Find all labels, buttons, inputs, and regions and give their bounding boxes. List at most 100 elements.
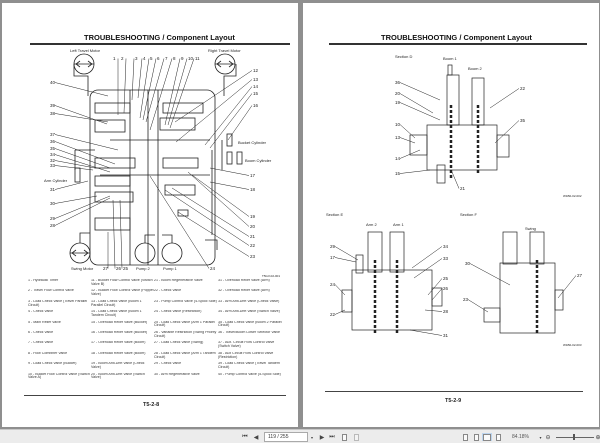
last-page-icon[interactable]: ⏭ xyxy=(328,433,336,441)
callout-21: 21 xyxy=(250,234,256,239)
leader-line xyxy=(142,58,157,121)
callout-16: 16 xyxy=(253,103,259,108)
section-d-callout-36: 36 xyxy=(395,80,401,85)
leader-line xyxy=(54,165,94,171)
legend-item: 13 - Load Check Valve (Boom 1 Parallel C… xyxy=(91,299,142,307)
leader-line xyxy=(112,199,116,269)
legend-item: 1 - Hydraulic Timer xyxy=(28,279,59,282)
page-number: T5-2-9 xyxy=(445,398,462,404)
leader-line xyxy=(399,82,441,101)
zoom-level[interactable]: 84.18% xyxy=(512,434,529,440)
callout-14: 14 xyxy=(253,84,259,89)
callout-2: 2 xyxy=(121,56,124,61)
leader-line xyxy=(411,246,443,269)
leader-line xyxy=(175,79,253,143)
leader-line xyxy=(54,195,98,204)
callout-15: 15 xyxy=(253,91,259,96)
next-page-icon[interactable]: ▶ xyxy=(318,433,326,441)
section-f-code: W1B0-02-003 xyxy=(563,343,582,347)
zoom-slider[interactable] xyxy=(556,436,594,438)
callout-3: 3 xyxy=(135,56,138,61)
callout-31: 31 xyxy=(50,187,56,192)
callout-29: 29 xyxy=(50,216,56,221)
page-dropdown-icon[interactable]: ▾ xyxy=(309,433,315,441)
section-e-callout-17: 17 xyxy=(330,255,336,260)
leader-line xyxy=(119,199,123,269)
section-d-title: Section D xyxy=(395,54,412,59)
legend-item: 2 - Travel Flow Control Valve xyxy=(28,289,74,293)
legend-item: 17 - Overload Relief Valve (Boom) xyxy=(91,341,146,345)
callout-17: 17 xyxy=(250,173,256,178)
callout-8: 8 xyxy=(173,56,176,61)
leader-line xyxy=(489,88,520,109)
section-d-callout-21: 21 xyxy=(460,186,466,191)
leader-line xyxy=(123,58,127,114)
legend-item: 31 - Overload Relief Valve (Arm) xyxy=(218,279,270,282)
legend-item: 26 - Variable Restriction (Swing Priorit… xyxy=(154,330,217,338)
legend-item: 5 - Main Relief Valve xyxy=(28,320,61,324)
two-page-icon[interactable] xyxy=(482,433,492,441)
footer-rule xyxy=(24,395,286,396)
section-e-callout-28: 28 xyxy=(443,309,449,314)
section-f-title: Section F xyxy=(460,212,477,217)
zoom-slider-thumb[interactable] xyxy=(573,434,575,440)
leader-line xyxy=(494,120,520,144)
callout-39: 39 xyxy=(50,103,56,108)
leader-line xyxy=(177,211,250,257)
legend-item: 20 - Boom Anti-Drift Valve (Switch Valve… xyxy=(91,372,145,380)
scroll-icon[interactable] xyxy=(494,433,502,441)
callout-37: 37 xyxy=(50,132,56,137)
legend-item: 15 - Overload Relief Valve (Bucket) xyxy=(91,320,148,324)
legend-item: 38 - Aux Circuit Flow Control Valve (Res… xyxy=(218,351,274,359)
bucket-cylinder-label: Bucket Cylinder xyxy=(238,140,267,145)
legend-item: 33 - Arm Anti-Drift Valve (Check Valve) xyxy=(218,299,280,303)
legend-item: 19 - Boom Anti-Drift Valve (Check Valve) xyxy=(91,362,145,370)
leader-line xyxy=(171,187,250,237)
section-d-callout-19: 19 xyxy=(395,100,401,105)
leader-line xyxy=(227,105,253,141)
first-page-icon[interactable]: ⏮ xyxy=(241,433,249,441)
zoom-in-icon[interactable]: ⊕ xyxy=(594,433,600,441)
zoom-out-icon[interactable]: ⊖ xyxy=(544,433,552,441)
callout-1: 1 xyxy=(113,56,116,61)
leader-line xyxy=(131,58,135,101)
fit-icon[interactable] xyxy=(352,433,360,441)
arm-cylinder-label: Arm Cylinder xyxy=(44,178,68,183)
leader-line xyxy=(187,171,250,227)
leader-line xyxy=(54,154,111,173)
legend-item: 3 - Load Check Valve (Travel Parallel Ci… xyxy=(28,299,88,307)
page-number-input[interactable]: 119 / 255 xyxy=(264,432,308,442)
callout-5: 5 xyxy=(150,56,153,61)
callout-10: 10 xyxy=(188,56,194,61)
swing-motor-label: Swing Motor xyxy=(71,266,94,271)
section-e-callout-25: 25 xyxy=(443,276,449,281)
legend-item: 37 - Aux. Circuit Flow Control Valve (Sw… xyxy=(218,341,275,349)
callout-11: 11 xyxy=(195,56,200,61)
callout-27: 27 xyxy=(103,266,109,271)
component-legend: 1 - Hydraulic Timer 2 - Travel Flow Contr… xyxy=(28,279,290,383)
legend-item: 39 - Load Check Valve (Travel Tandem Cir… xyxy=(218,362,280,370)
legend-item: 30 - Arm Regenerative Valve xyxy=(154,372,200,376)
callout-13: 13 xyxy=(253,77,259,82)
leader-line xyxy=(469,263,511,286)
callout-23: 23 xyxy=(250,254,256,259)
boom-cylinder-label: Boom Cylinder xyxy=(245,158,272,163)
continuous-icon[interactable] xyxy=(472,433,480,441)
rotate-icon[interactable] xyxy=(340,433,348,441)
leader-line xyxy=(54,134,119,151)
arm2-label: Arm 2 xyxy=(366,222,377,227)
prev-page-icon[interactable]: ◀ xyxy=(252,433,260,441)
single-page-icon[interactable] xyxy=(461,433,469,441)
callout-9: 9 xyxy=(181,56,184,61)
callout-40: 40 xyxy=(50,80,56,85)
callout-33: 33 xyxy=(50,163,56,168)
arm1-label: Arm 1 xyxy=(393,222,404,227)
section-d-callout-15: 15 xyxy=(395,171,401,176)
legend-item: 12 - Bucket Flow Control Valve (Poppet V… xyxy=(91,289,154,297)
leader-line xyxy=(431,288,443,301)
section-d-code: W1B0-02-002 xyxy=(563,194,582,198)
leader-line xyxy=(209,181,250,190)
legend-item: 18 - Overload Relief Valve (Boom) xyxy=(91,351,146,355)
zoom-dropdown-icon[interactable]: ▾ xyxy=(538,433,543,441)
leader-line xyxy=(137,58,143,99)
